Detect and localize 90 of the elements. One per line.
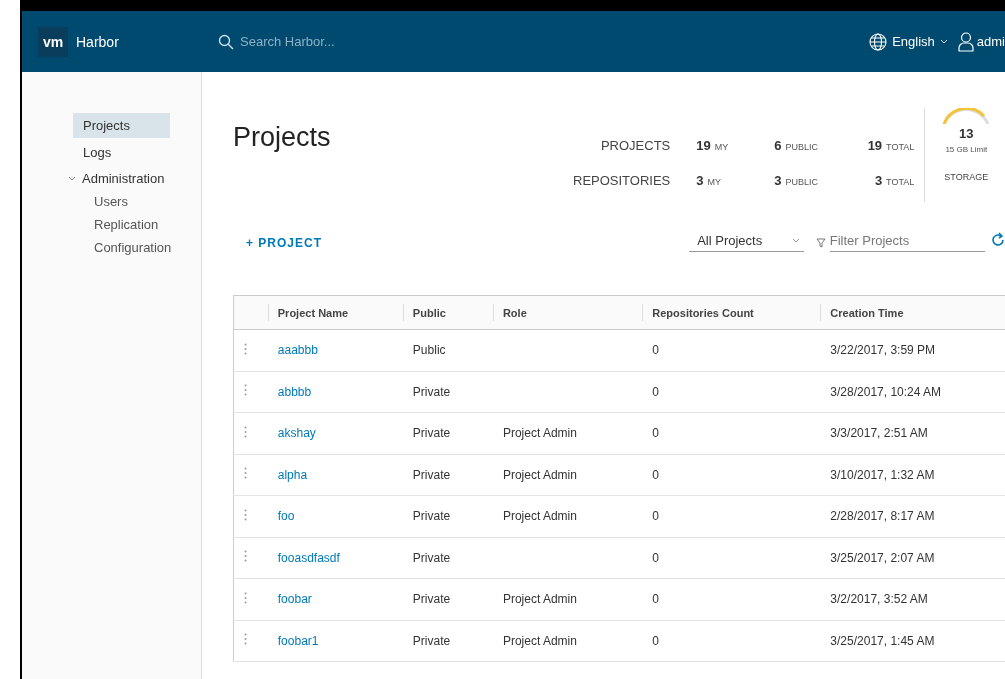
project-link[interactable]: foobar [277,592,312,607]
table-cell: 0 [652,592,659,607]
project-link[interactable]: fooasdfasdf [277,550,340,565]
product-name: Harbor [76,33,120,50]
storage-limit: 15 GB Limit [945,145,988,154]
table-cell: Project Admin [502,467,577,482]
stat-value: 3 [696,173,704,188]
row-menu-icon[interactable] [244,384,247,397]
column-header[interactable]: Project Name [267,295,403,330]
stat-unit: PUBLIC [785,142,819,152]
stat-value: 6 [774,138,782,153]
stat-value: 19 [867,138,883,153]
project-link[interactable]: abbbb [277,384,312,399]
row-menu-icon[interactable] [244,467,247,480]
sidebar-item[interactable]: Configuration [94,236,201,259]
table-cell: 0 [652,343,659,358]
project-link[interactable]: foobar1 [277,633,319,648]
project-link[interactable]: aaabbb [277,343,318,358]
stat-label: STORAGE [944,172,989,182]
table-cell: Private [412,550,451,565]
column-header[interactable]: Public [402,295,493,330]
page-title: Projects [233,122,332,154]
stat-label: PROJECTS [599,138,672,153]
table-cell: 0 [652,426,659,441]
language-menu[interactable]: English [892,34,935,49]
stat-value: 3 [774,173,782,188]
table-cell: 3/25/2017, 1:45 AM [830,633,935,648]
project-link[interactable]: akshay [277,426,316,441]
table-cell: Private [412,509,451,524]
search-icon [218,33,234,50]
table-cell: 3/25/2017, 2:07 AM [830,550,935,565]
logo: vm [38,26,68,57]
column-header[interactable]: Creation Time [820,295,1005,330]
project-filter-dropdown[interactable]: All Projects [689,233,804,252]
storage-gauge [941,108,992,124]
project-link[interactable]: alpha [277,467,308,482]
table-cell: 0 [652,550,659,565]
stat-unit: MY [714,142,729,152]
table-cell: 2/28/2017, 8:17 AM [830,509,935,524]
row-menu-icon[interactable] [244,508,247,521]
sidebar-item[interactable]: Projects [73,113,170,138]
row-menu-icon[interactable] [244,550,247,563]
globe-icon[interactable] [869,32,888,51]
table-cell: 3/2/2017, 3:52 AM [830,592,928,607]
stat-unit: PUBLIC [785,177,819,187]
storage-value: 13 [959,126,974,141]
refresh-icon[interactable] [991,232,1005,248]
row-menu-icon[interactable] [244,342,247,355]
stat-unit: TOTAL [886,142,915,152]
table-cell: Project Admin [502,592,577,607]
row-menu-icon[interactable] [244,591,247,604]
user-menu[interactable]: admi [976,34,1005,49]
table-cell: Private [412,426,451,441]
table-cell: 0 [652,509,659,524]
table-cell: 3/22/2017, 3:59 PM [830,343,936,358]
caret-icon[interactable] [939,38,948,45]
row-menu-icon[interactable] [244,425,247,438]
project-link[interactable]: foo [277,509,295,524]
sidebar-item[interactable]: Logs [73,140,170,165]
sidebar-item[interactable]: Administration [82,171,165,186]
user-icon[interactable] [957,31,974,52]
stat-value: 19 [696,138,711,153]
table-cell: 3/28/2017, 10:24 AM [830,384,942,399]
table-cell: Private [412,384,451,399]
column-header[interactable]: Role [492,295,643,330]
table-cell: 0 [652,467,659,482]
column-header[interactable]: Repositories Count [642,295,821,330]
search-field[interactable]: Search Harbor... [238,33,442,50]
filter-field[interactable]: Filter Projects [829,233,985,252]
table-cell: Private [412,633,451,648]
stat-unit: MY [707,177,722,187]
table-cell: Project Admin [502,509,577,524]
table-cell: Private [412,592,451,607]
new-project-button[interactable]: + PROJECT [233,236,690,250]
stat-unit: TOTAL [886,177,915,187]
table-cell: 3/10/2017, 1:32 AM [830,467,935,482]
table-cell: Project Admin [502,426,577,441]
sidebar-item[interactable]: Replication [94,213,201,236]
filter-icon [815,237,826,248]
stat-label: REPOSITORIES [573,173,672,188]
chevron-icon[interactable] [68,175,76,182]
table-cell: Public [412,343,446,358]
table-cell: 0 [652,633,659,648]
table-cell: Private [412,467,451,482]
table-cell: 0 [652,384,659,399]
row-menu-icon[interactable] [244,633,247,646]
stat-value: 3 [874,173,883,188]
table-cell: Project Admin [502,633,577,648]
table-cell: 3/3/2017, 2:51 AM [830,426,928,441]
sidebar-item[interactable]: Users [94,190,201,213]
